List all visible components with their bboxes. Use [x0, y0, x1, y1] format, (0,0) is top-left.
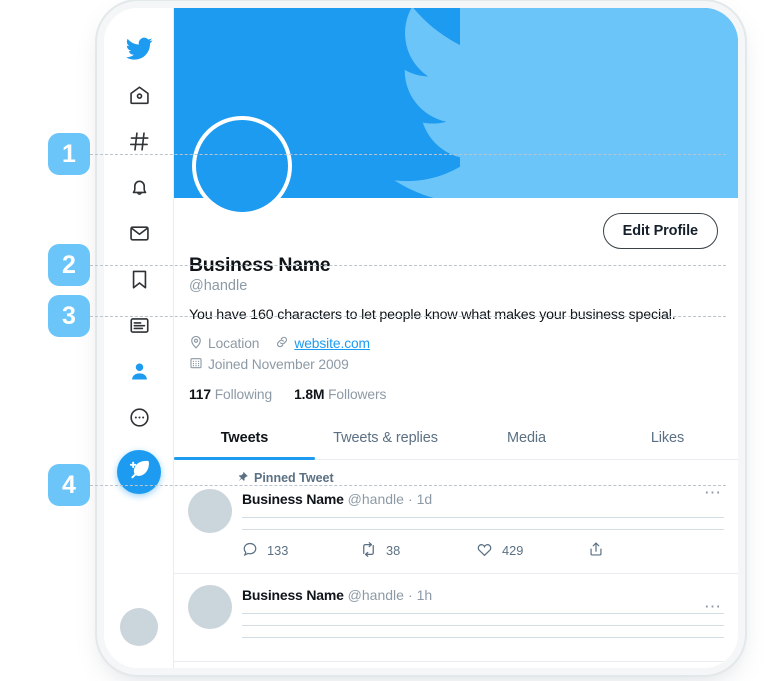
- sidebar-item-bookmarks[interactable]: [104, 256, 174, 302]
- pinned-tweet-label: Pinned Tweet: [254, 471, 334, 486]
- retweet-count: 38: [386, 543, 401, 559]
- profile-handle: @handle: [189, 278, 248, 295]
- retweet-button[interactable]: 38: [360, 541, 476, 561]
- tweet-content: Business Name @handle · 1d 133 38 429: [242, 489, 724, 561]
- placeholder-line: [242, 624, 724, 626]
- more-circle-icon: [128, 406, 151, 429]
- tweet-body: Business Name @handle · 1d 133 38 429: [188, 488, 724, 561]
- tweet-timestamp: 1h: [416, 586, 433, 603]
- envelope-icon: [128, 222, 151, 245]
- calendar-icon: [189, 356, 203, 373]
- reply-button[interactable]: 133: [242, 541, 360, 561]
- home-icon: [128, 84, 151, 107]
- profile-location: Location: [208, 335, 260, 351]
- hashtag-icon: [128, 130, 151, 153]
- tweet-author-name: Business Name: [242, 586, 344, 603]
- like-count: 429: [502, 543, 524, 559]
- more-horizontal-icon[interactable]: ⋯: [704, 598, 722, 615]
- sidebar-item-home[interactable]: [104, 72, 174, 118]
- followers-count: 1.8M: [294, 386, 325, 402]
- bell-icon: [128, 176, 151, 199]
- sidebar-item-lists[interactable]: [104, 302, 174, 348]
- tweet-author-name: Business Name: [242, 490, 344, 507]
- profile-stats: 117 Following 1.8M Followers: [189, 387, 720, 402]
- tab-media[interactable]: Media: [456, 418, 597, 459]
- tweet-header: Business Name @handle · 1h: [242, 587, 724, 603]
- following-label: Following: [214, 386, 273, 402]
- sidebar-nav: [104, 8, 174, 668]
- tweet-content: Business Name @handle · 1h: [242, 585, 724, 649]
- placeholder-line: [242, 516, 724, 518]
- profile-main-column: Edit Profile Business Name @handle You h…: [174, 8, 738, 668]
- device-frame: Edit Profile Business Name @handle You h…: [104, 8, 738, 668]
- sidebar-item-explore[interactable]: [104, 118, 174, 164]
- location-pin-icon: [189, 335, 203, 352]
- profile-website-link[interactable]: website.com: [294, 336, 370, 351]
- tweet-text-placeholder: [242, 516, 724, 530]
- bookmark-icon: [128, 268, 151, 291]
- retweet-icon: [360, 541, 377, 561]
- tweet-text-placeholder: [242, 612, 724, 638]
- profile-meta-joined: Joined November 2009: [189, 356, 720, 373]
- twitter-bird-icon: [125, 35, 153, 63]
- tweet-author-handle: @handle: [347, 586, 404, 603]
- tweet-actions: 133 38 429: [242, 541, 724, 561]
- placeholder-line: [242, 528, 724, 530]
- share-button[interactable]: [588, 541, 604, 561]
- reply-bubble-icon: [242, 541, 258, 560]
- tweet-separator: ·: [407, 586, 413, 603]
- placeholder-line: [242, 612, 724, 614]
- tweet-author-handle: @handle: [347, 490, 404, 507]
- table-row[interactable]: Pinned Tweet ⋯ Business Name @handle · 1…: [174, 460, 738, 574]
- callout-badge-4: 4: [48, 464, 90, 506]
- app-window: Edit Profile Business Name @handle You h…: [104, 8, 738, 668]
- sidebar-account-avatar[interactable]: [120, 608, 158, 646]
- tweet-header: Business Name @handle · 1d: [242, 491, 724, 507]
- profile-display-name: Business Name: [189, 254, 331, 276]
- banner-bird-icon: [394, 8, 648, 198]
- following-count: 117: [189, 386, 211, 402]
- placeholder-line: [242, 636, 724, 638]
- feather-plus-icon: [126, 457, 152, 488]
- sidebar-item-messages[interactable]: [104, 210, 174, 256]
- profile-tabs: Tweets Tweets & replies Media Likes: [174, 418, 738, 460]
- tweet-body: Business Name @handle · 1h: [188, 584, 724, 649]
- followers-label: Followers: [328, 386, 387, 402]
- list-icon: [128, 314, 151, 337]
- profile-meta-location-website: Location website.com: [189, 335, 720, 352]
- profile-info-section: Edit Profile Business Name @handle You h…: [174, 198, 738, 402]
- tab-tweets[interactable]: Tweets: [174, 418, 315, 460]
- profile-bio: You have 160 characters to let people kn…: [189, 307, 676, 324]
- pin-icon: [236, 471, 248, 486]
- tweet-timestamp: 1d: [416, 490, 433, 507]
- share-upload-icon: [588, 541, 604, 560]
- pinned-tweet-marker: Pinned Tweet: [236, 471, 724, 486]
- sidebar-item-profile[interactable]: [104, 348, 174, 394]
- profile-joined-date: Joined November 2009: [208, 356, 349, 372]
- link-chain-icon: [275, 335, 289, 352]
- tab-tweets-and-replies[interactable]: Tweets & replies: [315, 418, 456, 459]
- callout-badge-3: 3: [48, 295, 90, 337]
- tweet-separator: ·: [407, 490, 413, 507]
- sidebar-item-notifications[interactable]: [104, 164, 174, 210]
- followers-stat[interactable]: 1.8M Followers: [294, 387, 386, 402]
- callout-badge-1: 1: [48, 133, 90, 175]
- sidebar-item-twitter-logo[interactable]: [104, 26, 174, 72]
- table-row[interactable]: ⋯ Business Name @handle · 1h: [174, 574, 738, 662]
- avatar[interactable]: [188, 584, 232, 629]
- person-icon: [128, 360, 151, 383]
- reply-count: 133: [267, 543, 289, 559]
- callout-badge-2: 2: [48, 244, 90, 286]
- edit-profile-button[interactable]: Edit Profile: [602, 213, 718, 249]
- sidebar-item-more[interactable]: [104, 394, 174, 440]
- following-stat[interactable]: 117 Following: [189, 387, 272, 402]
- tab-likes[interactable]: Likes: [597, 418, 738, 459]
- avatar[interactable]: [188, 488, 232, 533]
- heart-icon: [476, 541, 493, 561]
- more-horizontal-icon[interactable]: ⋯: [704, 484, 722, 501]
- like-button[interactable]: 429: [476, 541, 588, 561]
- compose-tweet-button[interactable]: [117, 450, 161, 494]
